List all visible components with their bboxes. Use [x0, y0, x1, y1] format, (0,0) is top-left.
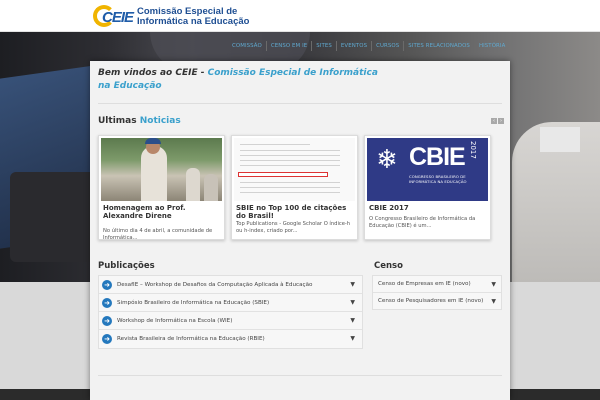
- nav-item-comissao[interactable]: COMISSÃO: [228, 41, 266, 51]
- news-card[interactable]: Homenagem ao Prof. Alexandre Direne No ú…: [98, 135, 225, 241]
- arrow-circle-right-icon: ➜: [102, 297, 112, 308]
- nav-item-cursos[interactable]: CURSOS: [371, 41, 403, 51]
- publicacoes-list: ➜ DesafIE – Workshop de Desafios da Comp…: [98, 275, 363, 349]
- censo-list: Censo de Empresas em IE (novo) ▼ Censo d…: [372, 275, 502, 310]
- nav-item-eventos[interactable]: EVENTOS: [335, 41, 371, 51]
- chevron-down-icon[interactable]: ▼: [491, 297, 496, 307]
- list-item[interactable]: Censo de Empresas em IE (novo) ▼: [373, 276, 501, 293]
- main-nav: COMISSÃO CENSO EM IE SITES EVENTOS CURSO…: [228, 41, 509, 51]
- cbie-banner-image[interactable]: ❄ CBIE 2017 CONGRESSO BRASILEIRO DE INFO…: [367, 138, 488, 201]
- news-pager: ‹ ›: [491, 118, 504, 124]
- arrow-right-icon[interactable]: ›: [498, 118, 504, 124]
- news-photo-image[interactable]: [101, 138, 222, 201]
- censo-title: Censo: [374, 261, 403, 271]
- chevron-down-icon[interactable]: ▼: [350, 335, 355, 342]
- news-card-title[interactable]: SBIE no Top 100 de citações do Brasil!: [236, 204, 355, 220]
- divider: [98, 375, 502, 376]
- arrow-circle-right-icon: ➜: [102, 279, 112, 290]
- nav-item-historia[interactable]: HISTÓRIA: [473, 41, 509, 51]
- chevron-down-icon[interactable]: ▼: [350, 317, 355, 324]
- site-header: CEIE Comissão Especial de Informática na…: [0, 0, 600, 32]
- list-item[interactable]: ➜ Workshop de Informática na Escola (WIE…: [99, 312, 362, 330]
- chevron-down-icon[interactable]: ▼: [350, 299, 355, 306]
- logo-mark-icon: CEIE: [93, 4, 134, 30]
- snowflake-icon: ❄: [376, 145, 398, 175]
- list-item[interactable]: ➜ Revista Brasileira de Informática na E…: [99, 330, 362, 348]
- site-logo[interactable]: CEIE Comissão Especial de Informática na…: [93, 3, 249, 30]
- nav-item-sites[interactable]: SITES: [311, 41, 336, 51]
- publicacoes-title: Publicações: [98, 261, 155, 271]
- content-panel: Bem vindos ao CEIE - Comissão Especial d…: [90, 61, 510, 400]
- news-section-title: Ultimas Noticias: [98, 116, 181, 126]
- list-item[interactable]: Censo de Pesquisadores em IE (novo) ▼: [373, 293, 501, 309]
- list-item[interactable]: ➜ Simpósio Brasileiro de Informática na …: [99, 294, 362, 312]
- arrow-circle-right-icon: ➜: [102, 334, 112, 344]
- welcome-heading: Bem vindos ao CEIE - Comissão Especial d…: [98, 68, 378, 91]
- arrow-left-icon[interactable]: ‹: [491, 118, 497, 124]
- news-card-title[interactable]: Homenagem ao Prof. Alexandre Direne: [103, 204, 222, 220]
- news-card-title[interactable]: CBIE 2017: [369, 204, 488, 212]
- news-card[interactable]: SBIE no Top 100 de citações do Brasil! T…: [231, 135, 358, 240]
- chevron-down-icon[interactable]: ▼: [350, 281, 355, 288]
- list-item[interactable]: ➜ DesafIE – Workshop de Desafios da Comp…: [99, 276, 362, 294]
- news-card-excerpt: O Congresso Brasileiro de Informática da…: [369, 216, 476, 229]
- logo-text: Comissão Especial de Informática na Educ…: [137, 5, 250, 27]
- chevron-down-icon[interactable]: ▼: [491, 280, 496, 290]
- news-card-excerpt: No último dia 4 de abril, a comunidade d…: [103, 228, 213, 241]
- divider: [98, 103, 502, 104]
- nav-item-censo[interactable]: CENSO EM IE: [265, 41, 311, 51]
- arrow-circle-right-icon: ➜: [102, 315, 112, 326]
- news-card[interactable]: ❄ CBIE 2017 CONGRESSO BRASILEIRO DE INFO…: [364, 135, 491, 240]
- news-card-excerpt: Top Publications - Google Scholar O índi…: [236, 221, 351, 234]
- news-document-image[interactable]: [234, 138, 355, 201]
- nav-item-sites-relacionados[interactable]: SITES RELACIONADOS: [403, 41, 474, 51]
